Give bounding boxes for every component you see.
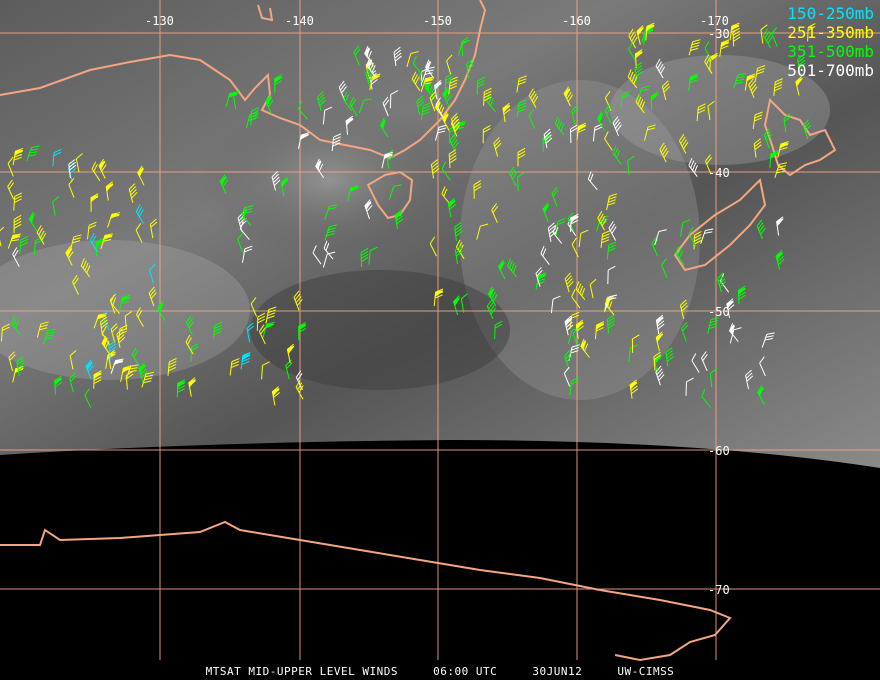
data-source: UW-CIMSS [617,665,675,678]
lon-label-140: -140 [285,14,314,28]
lat-label-70: -70 [708,583,730,597]
lat-label-50: -50 [708,305,730,319]
product-name: MTSAT MID-UPPER LEVEL WINDS [205,665,398,678]
antarctica-coast [0,520,732,662]
dry-slot [250,270,510,390]
lat-label-40: -40 [708,166,730,180]
satellite-wind-map: -130 -140 -150 -160 -170 -30 -40 -50 -60… [0,0,880,662]
observation-time: 06:00 UTC [433,665,498,678]
lon-label-170: -170 [700,14,729,28]
lon-label-160: -160 [562,14,591,28]
lon-label-150: -150 [423,14,452,28]
legend-entry-501-700: 501-700mb [787,61,874,80]
image-caption: MTSAT MID-UPPER LEVEL WINDS 06:00 UTC 30… [0,665,880,678]
observation-date: 30JUN12 [532,665,583,678]
legend-entry-351-500: 351-500mb [787,42,874,61]
cloud-swirl [200,100,460,260]
lon-label-130: -130 [145,14,174,28]
lat-label-30: -30 [708,27,730,41]
legend-entry-150-250: 150-250mb [787,4,874,23]
legend-entry-251-350: 251-350mb [787,23,874,42]
pressure-level-legend: 150-250mb 251-350mb 351-500mb 501-700mb [787,4,874,80]
lat-label-60: -60 [708,444,730,458]
